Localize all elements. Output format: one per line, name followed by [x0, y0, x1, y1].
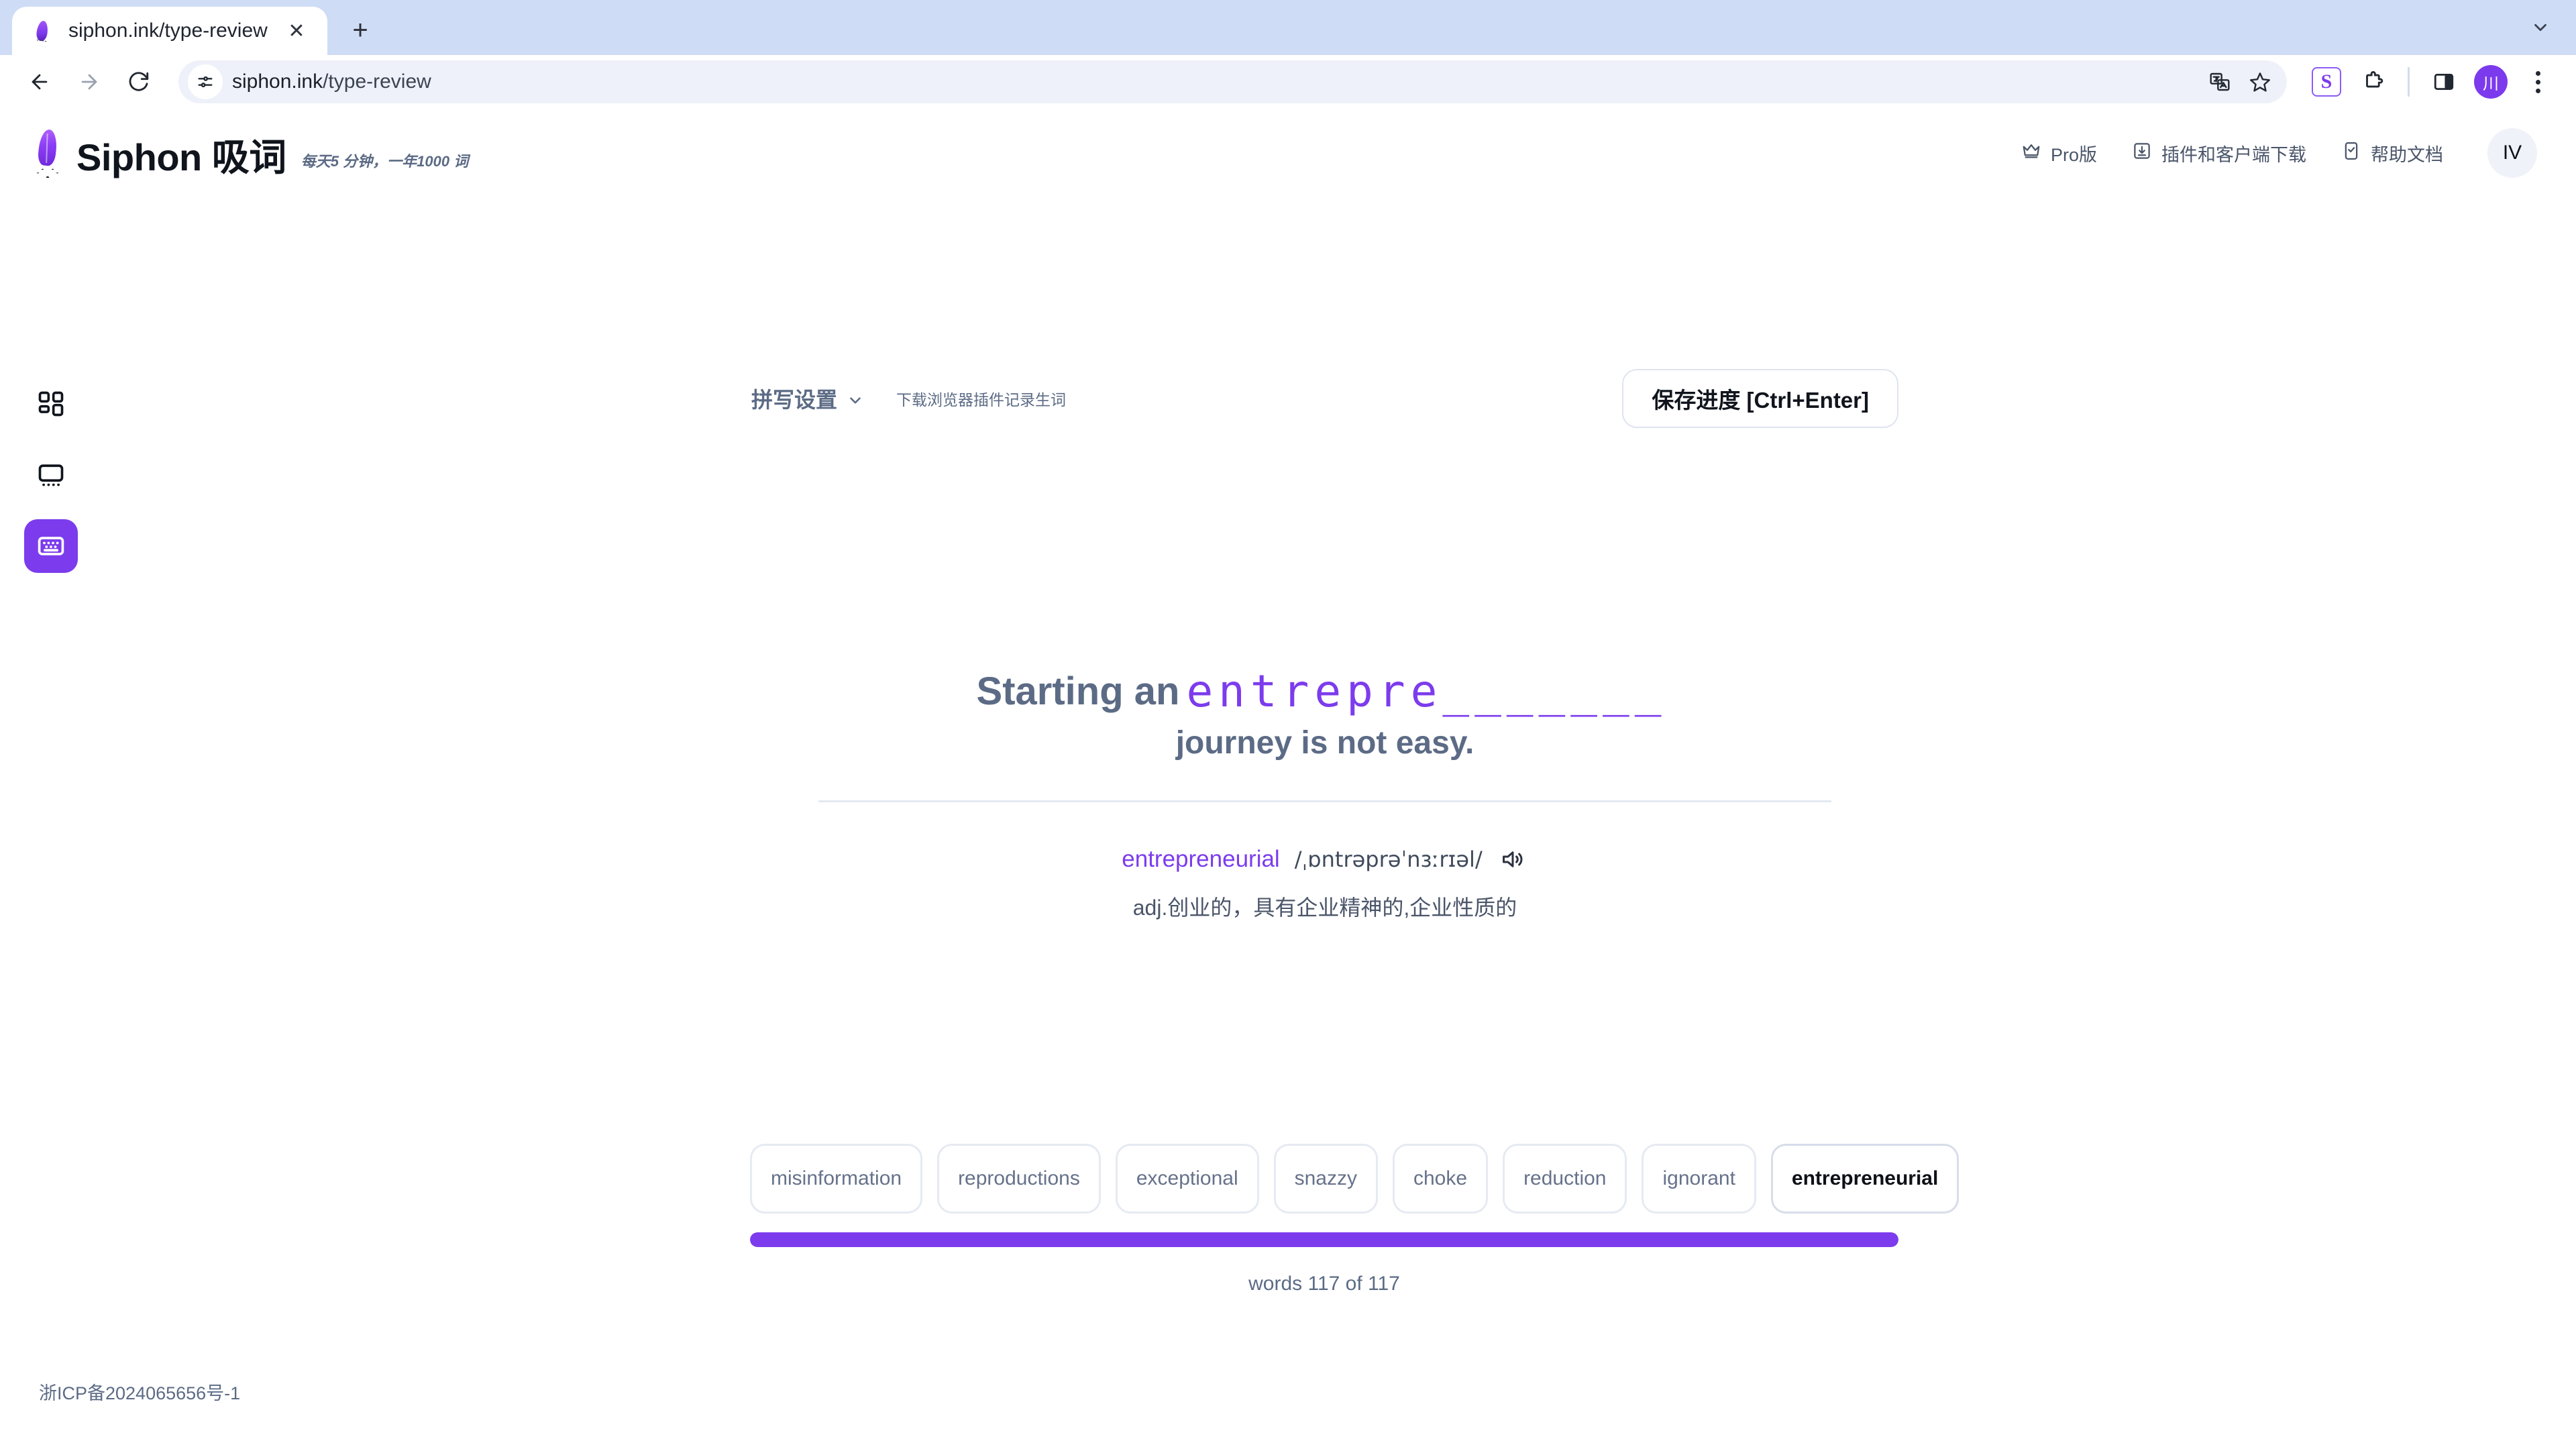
speaker-icon[interactable] [1497, 844, 1528, 875]
typing-exercise: Starting an entrepre_______ journey is n… [751, 665, 1898, 922]
word-definition: adj.创业的，具有企业精神的,企业性质的 [1132, 895, 1517, 920]
tabstrip-right-controls [2522, 9, 2559, 46]
back-arrow-icon[interactable] [17, 60, 62, 104]
nav-item-help[interactable]: 帮助文档 [2341, 140, 2443, 166]
url-path: /type-review [323, 70, 431, 93]
browser-window: siphon.ink/type-review ✕ + siphon.ink/ty… [0, 0, 2576, 1449]
site-header: Siphon 吸词 每天5 分钟，一年1000 词 Pro版 插件和客户端下载 [0, 109, 2576, 197]
crown-icon [2021, 141, 2041, 166]
profile-avatar[interactable]: 川 [2470, 61, 2512, 103]
nav-item-downloads[interactable]: 插件和客户端下载 [2132, 140, 2306, 166]
siphon-extension-letter: S [2312, 67, 2341, 97]
doc-check-icon [2341, 141, 2361, 166]
brand-logo[interactable]: Siphon 吸词 每天5 分钟，一年1000 词 [32, 128, 468, 178]
plugin-hint-link[interactable]: 下载浏览器插件记录生词 [896, 387, 1066, 410]
browser-toolbar: siphon.ink/type-review S 川 [0, 55, 2576, 109]
monitor-icon [38, 464, 64, 486]
word-chip-list: misinformation reproductions exceptional… [750, 1144, 1960, 1214]
tab-strip: siphon.ink/type-review ✕ + [0, 0, 2576, 55]
list-item[interactable]: exceptional [1115, 1144, 1259, 1214]
typed-letters: entrepre [1186, 665, 1443, 717]
grid-dashboard-icon [38, 391, 64, 417]
list-item[interactable]: snazzy [1273, 1144, 1378, 1214]
star-icon[interactable] [2241, 63, 2279, 101]
profile-initial: 川 [2474, 65, 2508, 99]
omnibox-actions [2201, 63, 2279, 101]
word-info: entrepreneurial /ˌɒntrəprəˈnɜːrɪəl/ adj.… [751, 844, 1898, 922]
reload-icon[interactable] [117, 60, 161, 104]
sidebar [24, 377, 78, 573]
sidebar-item-display[interactable] [24, 448, 78, 502]
siphon-extension-icon[interactable]: S [2306, 61, 2347, 103]
tab-search-chevron-down-icon[interactable] [2522, 9, 2559, 46]
spelling-settings-label: 拼写设置 [751, 388, 838, 412]
tab-title: siphon.ink/type-review [68, 19, 268, 42]
main-content: 拼写设置 下载浏览器插件记录生词 保存进度 [Ctrl+Enter] Start… [751, 364, 1898, 922]
new-tab-button[interactable]: + [339, 9, 381, 51]
toolbar-divider [2408, 67, 2410, 97]
translate-icon[interactable] [2201, 63, 2239, 101]
browser-tab[interactable]: siphon.ink/type-review ✕ [12, 7, 327, 55]
brand-tagline: 每天5 分钟，一年1000 词 [301, 153, 469, 170]
progress-bar-fill [750, 1232, 1898, 1247]
spelling-settings-dropdown[interactable]: 拼写设置 [751, 383, 864, 414]
list-item[interactable]: misinformation [750, 1144, 923, 1214]
nav-item-downloads-label: 插件和客户端下载 [2161, 144, 2306, 165]
nav-item-pro-label: Pro版 [2050, 144, 2097, 165]
brand-name: Siphon 吸词 [76, 136, 286, 179]
list-item[interactable]: choke [1393, 1144, 1489, 1214]
list-item[interactable]: ignorant [1642, 1144, 1756, 1214]
save-button[interactable]: 保存进度 [Ctrl+Enter] [1622, 369, 1898, 428]
typing-field[interactable]: entrepre_______ [1186, 665, 1666, 719]
download-icon [2132, 141, 2152, 166]
nav-item-pro[interactable]: Pro版 [2021, 140, 2097, 166]
forward-arrow-icon[interactable] [67, 60, 111, 104]
close-icon[interactable]: ✕ [283, 17, 310, 44]
feather-logo-icon [32, 128, 62, 178]
url-text: siphon.ink/type-review [232, 70, 2192, 93]
avatar[interactable]: IV [2487, 128, 2537, 178]
word-row: entrepreneurial /ˌɒntrəprəˈnɜːrɪəl/ [751, 844, 1898, 875]
progress-bar [750, 1232, 1898, 1247]
progress-section: words 117 of 117 [750, 1232, 1898, 1295]
keyboard-icon [38, 537, 64, 555]
chevron-down-icon [847, 390, 864, 407]
phonetic-transcription: /ˌɒntrəprəˈnɜːrɪəl/ [1294, 846, 1483, 872]
address-bar[interactable]: siphon.ink/type-review [178, 60, 2287, 103]
sentence-line-two: journey is not easy. [1175, 724, 1474, 761]
feather-icon [30, 18, 55, 44]
sentence-prefix: Starting an [976, 669, 1180, 713]
page-content: Siphon 吸词 每天5 分钟，一年1000 词 Pro版 插件和客户端下载 [0, 109, 2576, 1449]
side-panel-icon[interactable] [2423, 61, 2465, 103]
list-item[interactable]: reproductions [937, 1144, 1101, 1214]
exercise-sentence: Starting an entrepre_______ [751, 665, 1898, 719]
remaining-letter-blanks: _______ [1442, 665, 1667, 717]
site-nav: Pro版 插件和客户端下载 帮助文档 IV [2021, 128, 2537, 178]
footer-icp[interactable]: 浙ICP备2024065656号-1 [39, 1379, 240, 1405]
sidebar-item-dashboard[interactable] [24, 377, 78, 431]
sidebar-item-typing[interactable] [24, 519, 78, 573]
headword: entrepreneurial [1122, 845, 1280, 872]
nav-item-help-label: 帮助文档 [2371, 144, 2443, 165]
progress-label: words 117 of 117 [1248, 1273, 1400, 1295]
list-item[interactable]: reduction [1503, 1144, 1627, 1214]
kebab-menu-icon[interactable] [2517, 61, 2559, 103]
page-settings-icon[interactable] [188, 64, 223, 99]
exercise-toolbar: 拼写设置 下载浏览器插件记录生词 保存进度 [Ctrl+Enter] [751, 364, 1898, 433]
url-host: siphon.ink [232, 70, 323, 93]
puzzle-icon[interactable] [2353, 61, 2394, 103]
divider [818, 800, 1831, 802]
list-item-active[interactable]: entrepreneurial [1770, 1144, 1960, 1214]
